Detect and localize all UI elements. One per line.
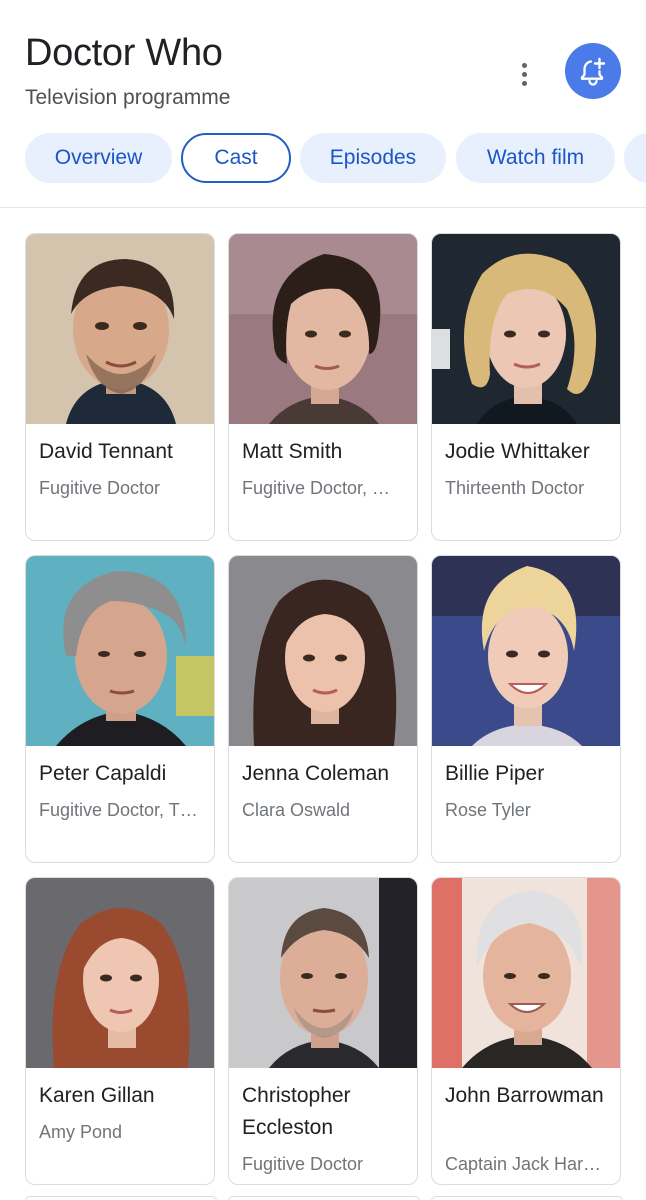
- cast-photo: [432, 556, 620, 746]
- cast-photo: [229, 234, 417, 424]
- cast-name: John Barrowman: [445, 1084, 604, 1107]
- cast-card[interactable]: Billie Piper Rose Tyler: [431, 555, 621, 863]
- cast-role: Fugitive Doctor, …: [242, 478, 391, 498]
- cast-name: David Tennant: [39, 440, 173, 463]
- cast-card[interactable]: Jenna Coleman Clara Oswald: [228, 555, 418, 863]
- cast-role: Captain Jack Har…: [445, 1154, 602, 1174]
- page-subtitle: Television programme: [25, 86, 231, 109]
- cast-photo: [229, 556, 417, 746]
- cast-name: Karen Gillan: [39, 1084, 155, 1107]
- cast-card[interactable]: Peter Capaldi Fugitive Doctor, T…: [25, 555, 215, 863]
- cast-role: Fugitive Doctor: [39, 478, 161, 498]
- tab-watch-film[interactable]: Watch film: [456, 133, 615, 183]
- cast-card-peek: [228, 1196, 420, 1200]
- cast-card-peek: [431, 1196, 623, 1200]
- cast-name: Peter Capaldi: [39, 762, 167, 785]
- cast-photo: [432, 878, 620, 1068]
- header-divider: [0, 207, 646, 208]
- cast-role: Fugitive Doctor: [242, 1154, 364, 1174]
- tab-episodes[interactable]: Episodes: [300, 133, 446, 183]
- cast-role: Rose Tyler: [445, 800, 531, 820]
- cast-role: Fugitive Doctor, T…: [39, 800, 198, 820]
- cast-name: Matt Smith: [242, 440, 343, 463]
- tab-overview[interactable]: Overview: [25, 133, 172, 183]
- cast-card[interactable]: David Tennant Fugitive Doctor: [25, 233, 215, 541]
- cast-role: Amy Pond: [39, 1122, 123, 1142]
- tab-cast[interactable]: Cast: [181, 133, 291, 183]
- cast-photo: [432, 234, 620, 424]
- tab-next[interactable]: [624, 133, 646, 183]
- cast-name: Billie Piper: [445, 762, 545, 785]
- more-vert-icon-dot: [521, 80, 527, 86]
- cast-card[interactable]: Christopher Eccleston Fugitive Doctor: [228, 877, 418, 1185]
- cast-role: Thirteenth Doctor: [445, 478, 585, 498]
- cast-name: Jenna Coleman: [242, 762, 390, 785]
- cast-photo: [26, 878, 214, 1068]
- tab-bar: Overview Cast Episodes Watch film: [0, 133, 646, 185]
- more-options-button[interactable]: [506, 56, 542, 92]
- cast-photo: [26, 556, 214, 746]
- follow-button[interactable]: [565, 43, 621, 99]
- cast-card[interactable]: John Barrowman Captain Jack Har…: [431, 877, 621, 1185]
- cast-role: Clara Oswald: [242, 800, 351, 820]
- bell-plus-icon: [580, 57, 606, 86]
- page-title: Doctor Who: [25, 32, 223, 74]
- cast-card[interactable]: Karen Gillan Amy Pond: [25, 877, 215, 1185]
- cast-name: Jodie Whittaker: [445, 440, 590, 463]
- more-vert-icon: [521, 62, 527, 68]
- header: Doctor Who Television programme Overview…: [0, 0, 646, 208]
- cast-card[interactable]: Matt Smith Fugitive Doctor, …: [228, 233, 418, 541]
- cast-name: Christopher Eccleston: [242, 1084, 351, 1139]
- knowledge-panel: Doctor Who Television programme Overview…: [0, 0, 646, 1200]
- cast-photo: [26, 234, 214, 424]
- cast-card[interactable]: Jodie Whittaker Thirteenth Doctor: [431, 233, 621, 541]
- cast-card-peek: [25, 1196, 217, 1200]
- cast-photo: [229, 878, 417, 1068]
- more-vert-icon-dot: [521, 71, 527, 77]
